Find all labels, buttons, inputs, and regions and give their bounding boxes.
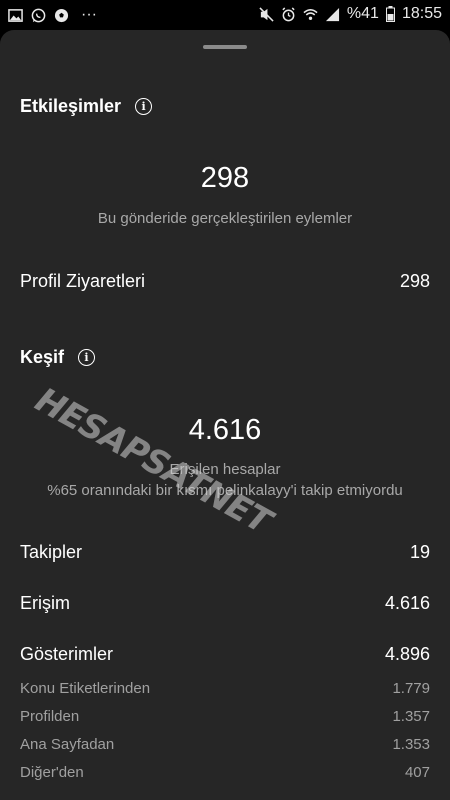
status-bar-left: ··· (8, 6, 97, 24)
battery-percent: %41 (346, 5, 379, 22)
hashtags-label: Konu Etiketlerinden (20, 680, 151, 697)
info-icon[interactable]: i (78, 349, 96, 366)
profile-visits-label: Profil Ziyaretleri (20, 271, 146, 291)
info-icon[interactable]: i (135, 98, 153, 115)
engagement-total: 298 (200, 162, 250, 194)
follows-label: Takipler (20, 542, 83, 562)
reach-caption: Erişilen hesaplar (169, 461, 281, 478)
discovery-title: Keşif (20, 347, 65, 367)
profile-source-value: 1.357 (392, 708, 430, 725)
impression-source-row: Profilden 1.357 (20, 708, 430, 725)
signal-icon (325, 7, 339, 21)
profile-source-label: Profilden (20, 708, 80, 725)
other-source-label: Diğer'den (20, 764, 84, 781)
profile-visits-value: 298 (399, 271, 430, 291)
home-source-value: 1.353 (392, 736, 430, 753)
alarm-icon (282, 6, 295, 21)
mute-icon (259, 6, 274, 22)
drag-handle[interactable] (203, 45, 247, 49)
engagement-header: Etkileşimler i (20, 96, 153, 117)
home-source-label: Ana Sayfadan (20, 736, 115, 753)
status-bar: ··· %41 18:55 (0, 0, 450, 30)
impressions-label: Gösterimler (20, 644, 114, 664)
engagement-total-caption: Bu gönderide gerçekleştirilen eylemler (97, 210, 353, 227)
list-item: Erişim 4.616 (20, 593, 430, 614)
whatsapp-icon (31, 8, 46, 22)
more-icon: ··· (81, 6, 97, 23)
impression-source-row: Diğer'den 407 (20, 764, 430, 781)
gallery-icon (8, 8, 23, 22)
other-source-value: 407 (404, 764, 430, 781)
follows-value: 19 (409, 542, 430, 562)
reach-value: 4.616 (384, 593, 430, 613)
list-item: Takipler 19 (20, 542, 430, 563)
clock: 18:55 (401, 5, 442, 22)
reach-label: Erişim (20, 593, 70, 613)
impression-source-row: Konu Etiketlerinden 1.779 (20, 680, 430, 697)
discovery-header: Keşif i (20, 347, 96, 368)
profile-visits-row: Profil Ziyaretleri 298 (20, 271, 430, 292)
engagement-title: Etkileşimler (20, 96, 122, 116)
status-bar-right: %41 18:55 (259, 5, 442, 23)
impressions-value: 4.896 (384, 644, 430, 664)
soccer-ball-icon (54, 8, 69, 22)
list-item: Gösterimler 4.896 (20, 644, 430, 665)
impression-source-row: Ana Sayfadan 1.353 (20, 736, 430, 753)
battery-icon (385, 6, 395, 22)
hashtags-value: 1.779 (392, 680, 430, 697)
wifi-icon (303, 8, 318, 20)
